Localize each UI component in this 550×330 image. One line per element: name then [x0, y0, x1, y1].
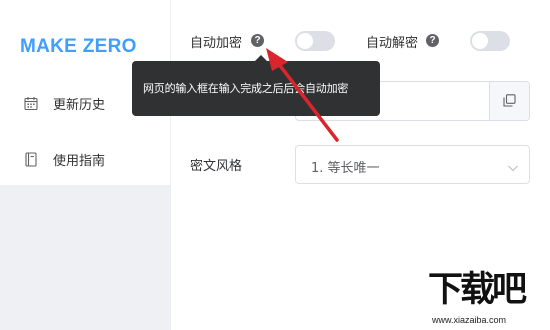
auto-encrypt-toggle[interactable]	[295, 31, 335, 51]
help-tooltip: 网页的输入框在输入完成之后后会自动加密	[132, 55, 380, 116]
watermark-url: www.xiazaiba.com	[432, 315, 507, 325]
sidebar-item-update-history[interactable]: 更新历史	[24, 93, 105, 113]
watermark-logo: 下载吧	[428, 270, 527, 310]
sidebar-empty-area	[0, 185, 170, 330]
sidebar-item-user-guide[interactable]: 使用指南	[24, 149, 105, 169]
tooltip-arrow	[255, 55, 267, 61]
auto-encrypt-label: 自动加密	[190, 36, 243, 51]
cipher-style-select[interactable]: 1. 等长唯一	[295, 145, 530, 184]
copy-icon	[503, 92, 516, 111]
cipher-style-value: 1. 等长唯一	[311, 161, 380, 176]
book-icon	[24, 151, 38, 167]
copy-button[interactable]	[489, 82, 529, 120]
toggle-knob	[472, 33, 488, 49]
app-logo: MAKE ZERO	[20, 36, 137, 57]
calendar-icon	[24, 96, 38, 111]
question-icon[interactable]: ?	[426, 34, 439, 47]
auto-decrypt-label: 自动解密	[366, 36, 419, 51]
auto-decrypt-toggle[interactable]	[470, 31, 510, 51]
cipher-style-label: 密文风格	[190, 159, 243, 174]
sidebar-item-label: 更新历史	[53, 97, 106, 113]
question-icon[interactable]: ?	[251, 34, 264, 47]
sidebar-item-label: 使用指南	[53, 153, 106, 169]
chevron-down-icon	[507, 159, 519, 172]
sidebar: MAKE ZERO 更新历史 使用指南	[0, 0, 171, 330]
tooltip-text: 网页的输入框在输入完成之后后会自动加密	[143, 82, 349, 95]
toggle-knob	[297, 33, 313, 49]
watermark: 下载吧 www.xiazaiba.com	[424, 268, 550, 330]
